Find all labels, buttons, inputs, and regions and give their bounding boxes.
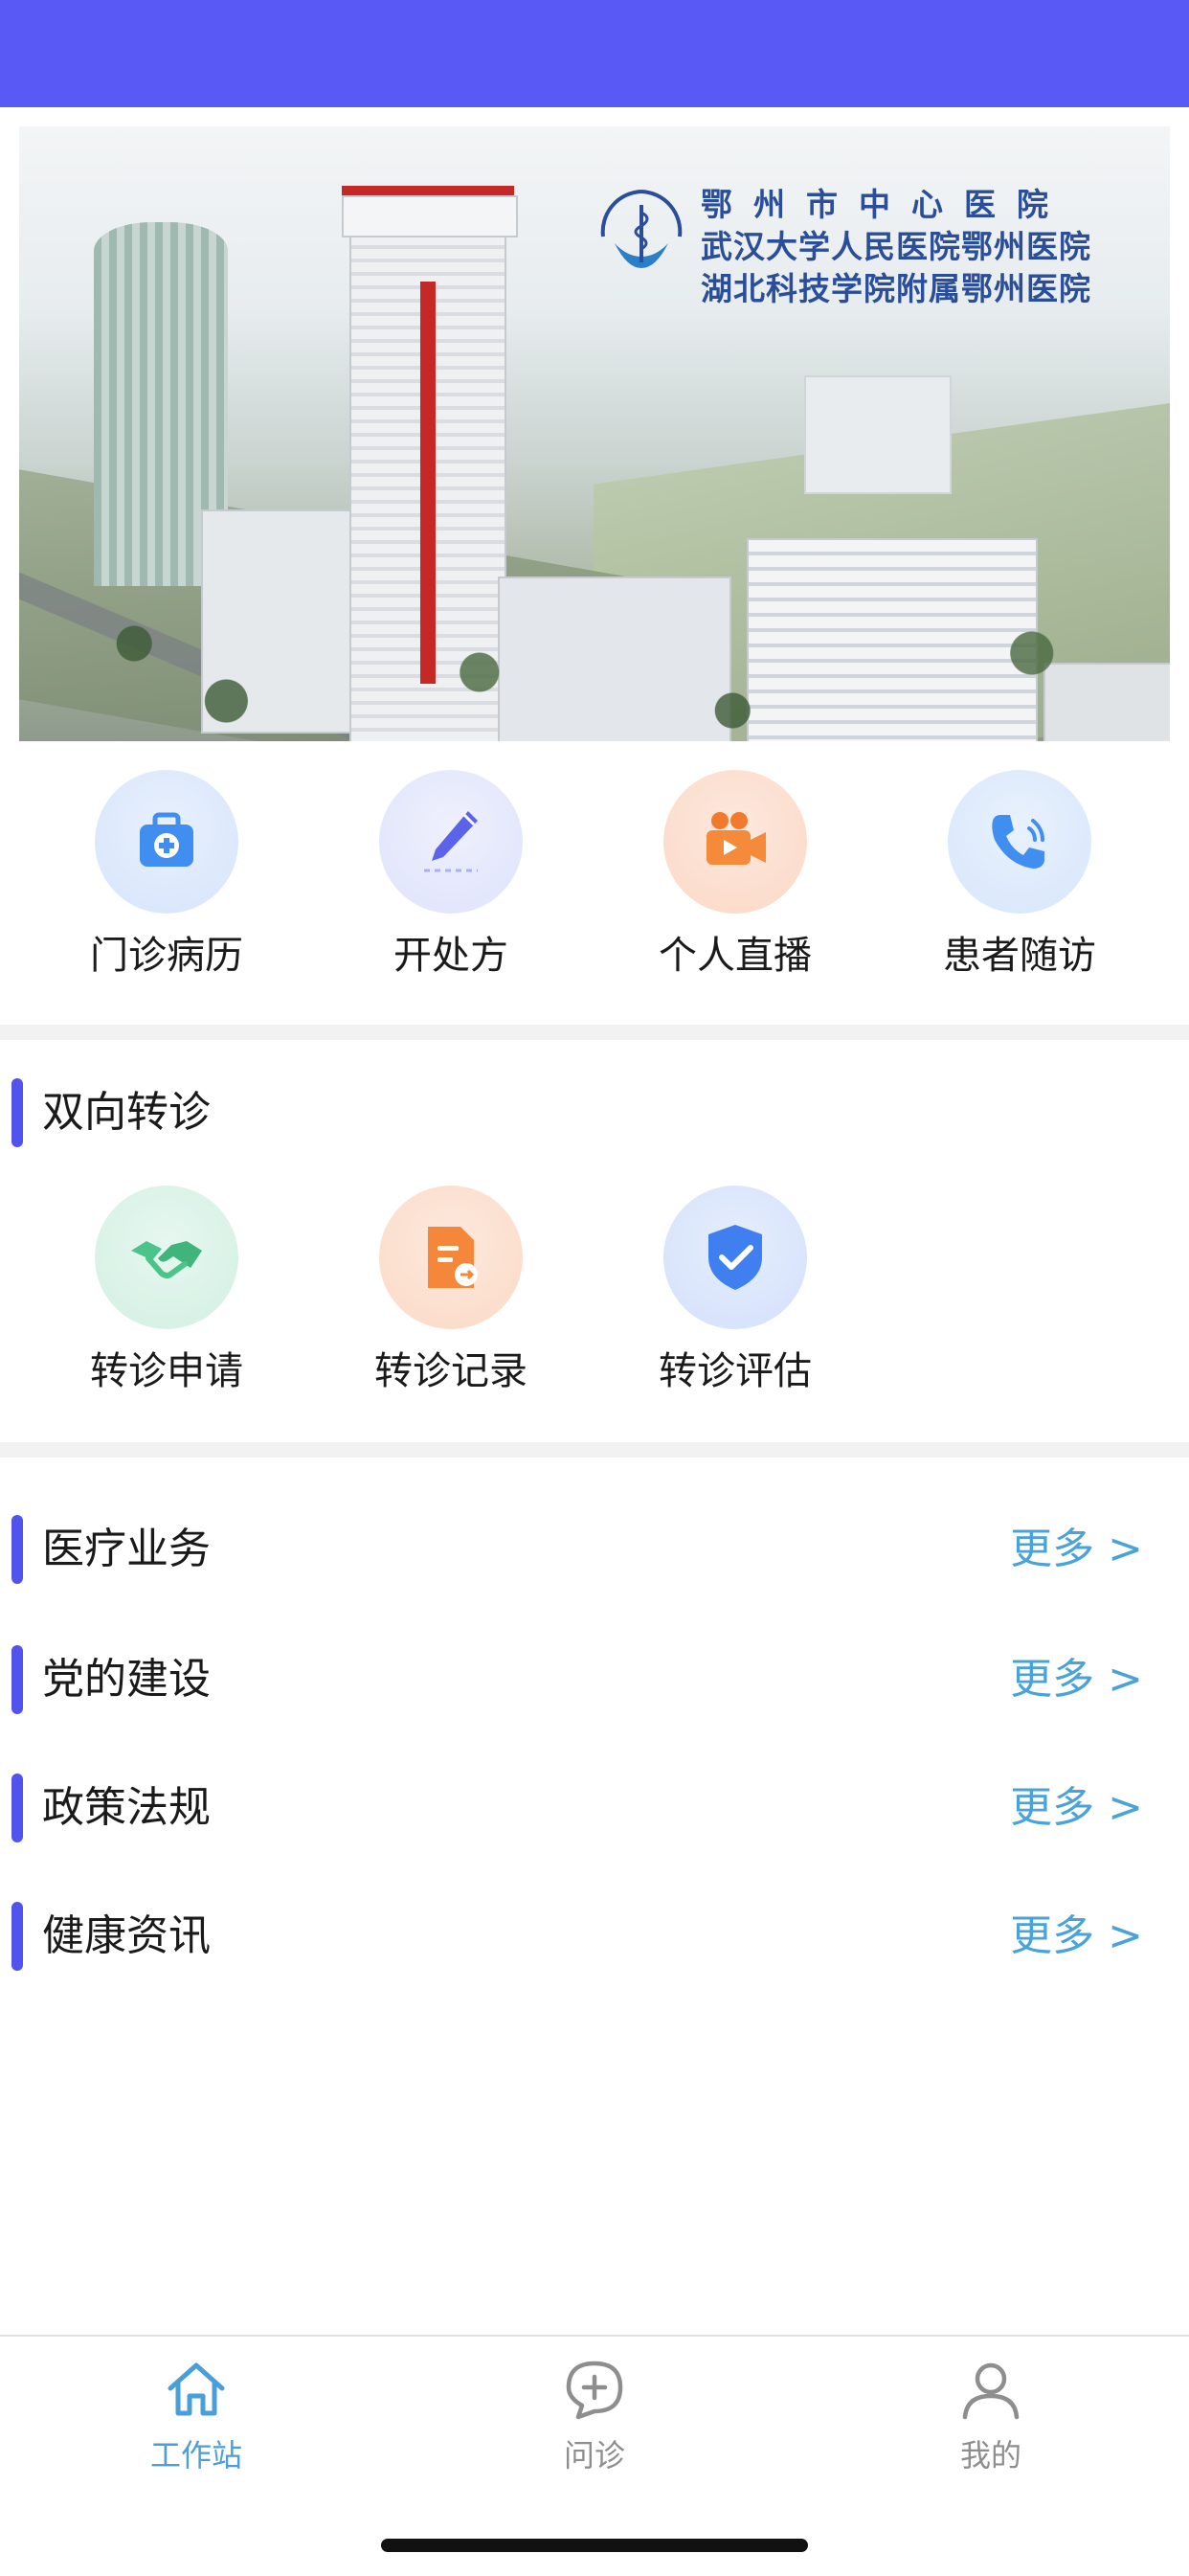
tab-label: 问诊 — [563, 2437, 625, 2474]
hospital-banner[interactable]: 鄂州市中心医院 武汉大学人民医院鄂州医院 湖北科技学院附属鄂州医院 — [19, 126, 1170, 741]
section-accent-bar — [11, 1645, 23, 1714]
quick-action-label: 患者随访 — [943, 934, 1096, 978]
hospital-name-block: 鄂州市中心医院 武汉大学人民医院鄂州医院 湖北科技学院附属鄂州医院 — [701, 184, 1141, 310]
handshake-icon — [95, 1186, 238, 1329]
pen-icon — [379, 770, 523, 914]
quick-action-patient-followup[interactable]: 患者随访 — [905, 770, 1134, 983]
medical-kit-icon — [95, 770, 238, 914]
home-indicator[interactable] — [381, 2539, 808, 2552]
person-icon — [962, 2362, 1020, 2420]
tab-label: 工作站 — [149, 2437, 242, 2474]
more-link-health-news[interactable]: 更多 > — [1010, 1908, 1143, 1965]
status-bar — [0, 0, 1189, 107]
hospital-logo — [600, 190, 683, 268]
section-title-medical-business: 医疗业务 — [42, 1525, 211, 1573]
more-link-policy-regulations[interactable]: 更多 > — [1010, 1779, 1143, 1837]
video-camera-icon — [663, 770, 807, 914]
quick-action-prescribe[interactable]: 开处方 — [336, 770, 566, 983]
banner-building — [804, 375, 952, 494]
quick-action-label: 开处方 — [393, 934, 508, 978]
tab-consultation[interactable]: 问诊 — [499, 2356, 690, 2476]
quick-action-label: 个人直播 — [659, 934, 812, 978]
home-icon — [168, 2362, 225, 2416]
phone-icon — [948, 770, 1091, 914]
section-title-health-news: 健康资讯 — [42, 1911, 211, 1960]
document-icon — [379, 1186, 523, 1329]
more-link-party-building[interactable]: 更多 > — [1010, 1651, 1143, 1708]
hospital-name-line: 鄂州市中心医院 — [701, 186, 1069, 223]
section-accent-bar — [11, 1515, 23, 1584]
tab-workstation[interactable]: 工作站 — [101, 2356, 292, 2476]
section-title-referral: 双向转诊 — [42, 1088, 211, 1137]
referral-apply[interactable]: 转诊申请 — [52, 1186, 281, 1398]
referral-label: 转诊记录 — [374, 1349, 527, 1393]
section-title-party-building: 党的建设 — [42, 1655, 211, 1704]
shield-check-icon — [663, 1186, 807, 1329]
tab-mine[interactable]: 我的 — [895, 2356, 1087, 2476]
section-accent-bar — [11, 1774, 23, 1842]
hospital-name-line: 湖北科技学院附属鄂州医院 — [701, 270, 1091, 307]
section-separator — [0, 1025, 1189, 1040]
hospital-name-line: 武汉大学人民医院鄂州医院 — [701, 228, 1091, 265]
referral-label: 转诊申请 — [90, 1349, 243, 1393]
section-title-policy-regulations: 政策法规 — [42, 1783, 211, 1832]
quick-action-label: 门诊病历 — [90, 934, 243, 978]
banner-trees — [19, 567, 1170, 741]
referral-records[interactable]: 转诊记录 — [336, 1186, 566, 1398]
section-accent-bar — [11, 1902, 23, 1971]
referral-evaluation[interactable]: 转诊评估 — [620, 1186, 850, 1398]
section-accent-bar — [11, 1078, 23, 1147]
tab-label: 我的 — [959, 2437, 1021, 2474]
more-link-medical-business[interactable]: 更多 > — [1010, 1521, 1143, 1578]
chat-plus-icon — [566, 2361, 623, 2420]
quick-action-outpatient-record[interactable]: 门诊病历 — [52, 770, 281, 983]
quick-action-live-stream[interactable]: 个人直播 — [620, 770, 850, 983]
section-separator — [0, 1442, 1189, 1457]
referral-label: 转诊评估 — [659, 1349, 812, 1393]
